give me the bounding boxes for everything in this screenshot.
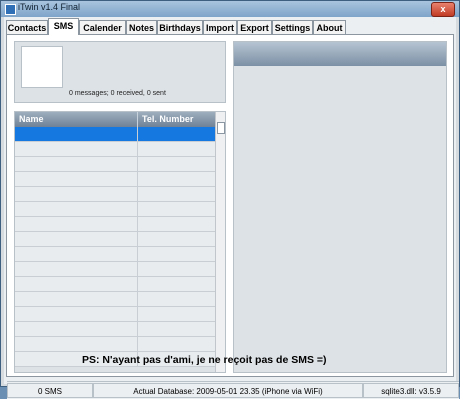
close-button[interactable]: x: [431, 2, 455, 17]
column-header-name[interactable]: Name: [15, 112, 138, 127]
table-row[interactable]: [15, 337, 217, 352]
ps-note: PS: N'ayant pas d'ami, je ne reçoit pas …: [82, 354, 327, 366]
table-row[interactable]: [15, 157, 217, 172]
grid-rows: [15, 127, 217, 372]
client-area: Contacts SMS Calender Notes Birthdays Im…: [4, 17, 459, 399]
table-row[interactable]: [15, 322, 217, 337]
tab-export[interactable]: Export: [237, 20, 272, 34]
table-row[interactable]: [15, 127, 217, 142]
tab-import[interactable]: Import: [203, 20, 237, 34]
message-view-panel: [233, 41, 447, 373]
title-bar[interactable]: iTwin v1.4 Final x: [1, 1, 459, 17]
status-sqlite-version: sqlite3.dll: v3.5.9: [363, 383, 459, 398]
tab-contacts[interactable]: Contacts: [6, 20, 48, 34]
sms-contact-list[interactable]: Name Tel. Number: [14, 111, 226, 373]
tab-birthdays[interactable]: Birthdays: [157, 20, 203, 34]
tab-sms[interactable]: SMS: [48, 18, 79, 35]
status-bar: 0 SMS Actual Database: 2009-05-01 23.35 …: [7, 381, 459, 399]
table-row[interactable]: [15, 142, 217, 157]
table-row[interactable]: [15, 202, 217, 217]
status-database: Actual Database: 2009-05-01 23.35 (iPhon…: [93, 383, 363, 398]
sms-panel: 0 messages; 0 received, 0 sent Name Tel.…: [6, 34, 454, 377]
sms-summary-box: 0 messages; 0 received, 0 sent: [14, 41, 226, 103]
app-window: iTwin v1.4 Final x Contacts SMS Calender…: [0, 0, 460, 399]
window-title: iTwin v1.4 Final: [18, 2, 81, 12]
app-icon: [5, 4, 16, 15]
tab-settings[interactable]: Settings: [272, 20, 313, 34]
table-row[interactable]: [15, 217, 217, 232]
tab-about[interactable]: About: [313, 20, 346, 34]
contact-picture: [21, 46, 63, 88]
table-row[interactable]: [15, 262, 217, 277]
table-row[interactable]: [15, 307, 217, 322]
message-view-header: [234, 42, 446, 66]
scrollbar-thumb[interactable]: [217, 122, 225, 134]
vertical-scrollbar[interactable]: [215, 112, 225, 372]
message-summary: 0 messages; 0 received, 0 sent: [69, 90, 166, 97]
column-header-tel-number[interactable]: Tel. Number: [138, 112, 217, 127]
table-row[interactable]: [15, 292, 217, 307]
tab-calender[interactable]: Calender: [79, 20, 126, 34]
table-row[interactable]: [15, 247, 217, 262]
table-row[interactable]: [15, 232, 217, 247]
tab-notes[interactable]: Notes: [126, 20, 157, 34]
table-row[interactable]: [15, 172, 217, 187]
table-row[interactable]: [15, 187, 217, 202]
grid-header: Name Tel. Number: [15, 112, 217, 127]
status-sms-count: 0 SMS: [7, 383, 93, 398]
table-row[interactable]: [15, 277, 217, 292]
